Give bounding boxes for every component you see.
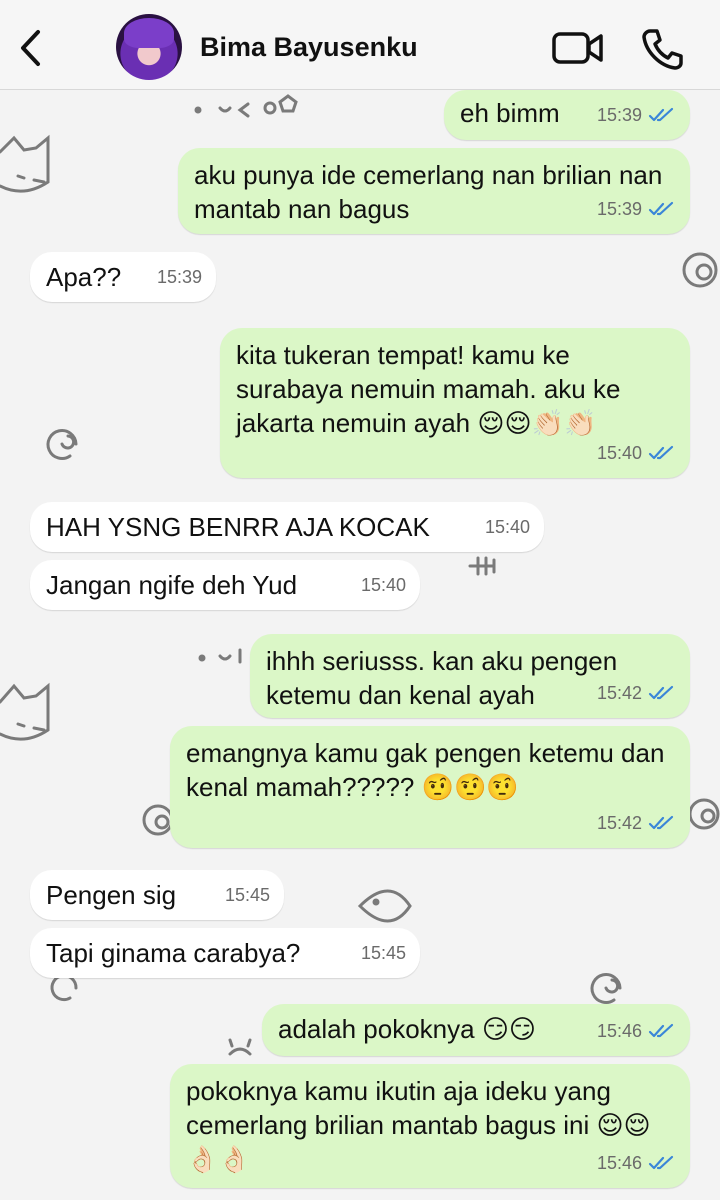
message-bubble-outgoing[interactable]: aku punya ide cemerlang nan brilian nan … xyxy=(178,148,690,234)
message-time: 15:46 xyxy=(596,1021,642,1041)
message-time: 15:39 xyxy=(156,267,202,287)
message-text: emangnya kamu gak pengen ketemu dan kena… xyxy=(186,738,672,802)
message-text: Tapi ginama carabya? xyxy=(46,938,301,968)
message-time: 15:45 xyxy=(360,943,406,963)
double-check-icon xyxy=(648,107,674,122)
message-meta: 15:42 xyxy=(597,676,676,710)
double-check-icon xyxy=(648,201,674,216)
phone-icon xyxy=(642,29,683,70)
message-meta: 15:39 xyxy=(597,192,676,226)
message-meta: 15:40 xyxy=(485,510,530,544)
message-text: pokoknya kamu ikutin aja ideku yang ceme… xyxy=(186,1076,651,1174)
message-bubble-outgoing[interactable]: emangnya kamu gak pengen ketemu dan kena… xyxy=(170,726,690,848)
message-text: Apa?? xyxy=(46,262,122,292)
back-chevron-icon xyxy=(21,30,40,66)
message-bubble-outgoing[interactable]: kita tukeran tempat! kamu ke surabaya ne… xyxy=(220,328,690,478)
message-bubble-incoming[interactable]: Apa?? 15:39 xyxy=(30,252,216,302)
message-text: adalah pokoknya 😏😏 xyxy=(278,1014,537,1044)
message-meta: 15:45 xyxy=(225,878,270,912)
message-time: 15:42 xyxy=(596,813,642,833)
message-bubble-outgoing[interactable]: adalah pokoknya 😏😏 15:46 xyxy=(262,1004,690,1056)
message-text: kita tukeran tempat! kamu ke surabaya ne… xyxy=(236,340,628,438)
message-text: ihhh seriusss. kan aku pengen ketemu dan… xyxy=(266,646,625,710)
contact-name[interactable]: Bima Bayusenku xyxy=(200,32,418,63)
video-call-button[interactable] xyxy=(552,30,604,66)
message-bubble-outgoing[interactable]: ihhh seriusss. kan aku pengen ketemu dan… xyxy=(250,634,690,718)
double-check-icon xyxy=(648,1155,674,1170)
video-call-icon xyxy=(552,32,603,64)
message-text: Pengen sig xyxy=(46,880,177,910)
contact-avatar[interactable] xyxy=(116,14,182,80)
message-time: 15:40 xyxy=(484,517,530,537)
message-list[interactable]: eh bimm 15:39 aku punya ide cemerlang na… xyxy=(0,90,720,1200)
message-bubble-incoming[interactable]: Tapi ginama carabya? 15:45 xyxy=(30,928,420,978)
message-bubble-outgoing[interactable]: eh bimm 15:39 xyxy=(444,90,690,140)
chat-header: Bima Bayusenku xyxy=(0,0,720,90)
message-meta: 15:42 xyxy=(597,806,676,840)
message-time: 15:39 xyxy=(596,199,642,219)
message-bubble-outgoing[interactable]: pokoknya kamu ikutin aja ideku yang ceme… xyxy=(170,1064,690,1188)
message-meta: 15:40 xyxy=(361,568,406,602)
message-text: Jangan ngife deh Yud xyxy=(46,570,298,600)
message-text: eh bimm xyxy=(460,98,560,128)
message-time: 15:42 xyxy=(596,683,642,703)
voice-call-button[interactable] xyxy=(640,26,686,72)
message-meta: 15:45 xyxy=(361,936,406,970)
double-check-icon xyxy=(648,445,674,460)
message-time: 15:40 xyxy=(360,575,406,595)
message-time: 15:45 xyxy=(224,885,270,905)
message-bubble-incoming[interactable]: HAH YSNG BENRR AJA KOCAK 15:40 xyxy=(30,502,544,552)
message-meta: 15:39 xyxy=(157,260,202,294)
message-meta: 15:40 xyxy=(597,436,676,470)
message-bubble-incoming[interactable]: Jangan ngife deh Yud 15:40 xyxy=(30,560,420,610)
message-meta: 15:46 xyxy=(597,1146,676,1180)
message-time: 15:46 xyxy=(596,1153,642,1173)
message-time: 15:40 xyxy=(596,443,642,463)
double-check-icon xyxy=(648,815,674,830)
message-meta: 15:39 xyxy=(597,98,676,132)
message-text: HAH YSNG BENRR AJA KOCAK xyxy=(46,512,430,542)
back-button[interactable] xyxy=(14,28,46,68)
double-check-icon xyxy=(648,685,674,700)
double-check-icon xyxy=(648,1023,674,1038)
message-meta: 15:46 xyxy=(597,1014,676,1048)
message-bubble-incoming[interactable]: Pengen sig 15:45 xyxy=(30,870,284,920)
message-time: 15:39 xyxy=(596,105,642,125)
